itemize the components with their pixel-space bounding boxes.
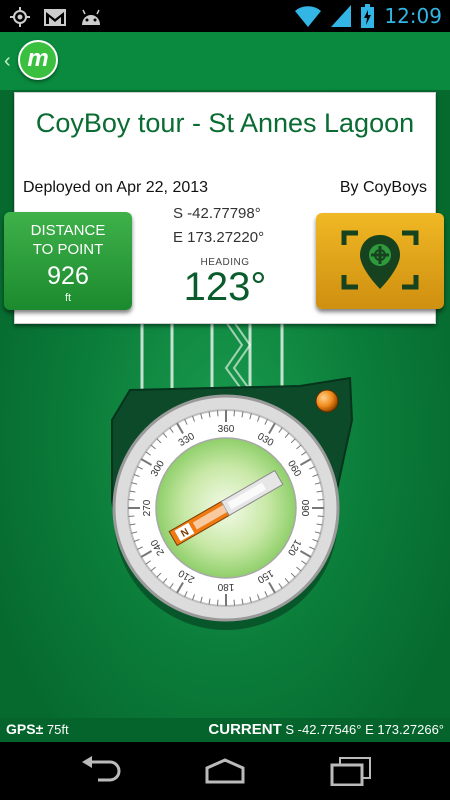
compass-tick bbox=[317, 498, 324, 501]
wifi-icon bbox=[295, 6, 322, 27]
target-longitude: E 173.27220° bbox=[173, 229, 265, 246]
compass-degree-label: 270 bbox=[142, 499, 153, 516]
distance-value: 926 bbox=[47, 262, 89, 290]
distance-label: DISTANCE TO POINT bbox=[4, 221, 132, 259]
battery-icon bbox=[361, 4, 375, 28]
status-time: 12:09 bbox=[384, 4, 442, 28]
action-bar: ‹ m bbox=[0, 32, 450, 91]
gps-info-bar: GPS± 75ft CURRENT S -42.77546° E 173.272… bbox=[0, 718, 450, 742]
target-latitude: S -42.77798° bbox=[173, 205, 261, 222]
back-chevron-icon[interactable]: ‹ bbox=[4, 50, 11, 73]
home-icon[interactable] bbox=[201, 758, 249, 784]
target-pin-icon bbox=[341, 230, 419, 290]
current-latitude: S -42.77546° bbox=[285, 722, 362, 737]
compass-tick bbox=[317, 515, 324, 518]
distance-label-line1: DISTANCE bbox=[30, 222, 106, 239]
compass-tick bbox=[233, 599, 236, 606]
compass-tick bbox=[233, 410, 236, 417]
current-label: CURRENT bbox=[208, 721, 282, 738]
tour-author: By CoyBoys bbox=[339, 179, 427, 196]
distance-to-point-button[interactable]: DISTANCE TO POINT 926 ft bbox=[4, 212, 132, 310]
current-position: CURRENT S -42.77546° E 173.27266° bbox=[208, 721, 444, 738]
status-bar: 12:09 bbox=[0, 0, 450, 32]
gmail-icon bbox=[44, 8, 66, 26]
heading-value: 123° bbox=[183, 265, 267, 309]
compass-tick bbox=[128, 498, 135, 501]
distance-label-line2: TO POINT bbox=[32, 241, 104, 258]
tour-title: CoyBoy tour - St Annes Lagoon bbox=[35, 108, 415, 138]
recent-apps-icon[interactable] bbox=[330, 756, 374, 786]
compass-degree-label: 180 bbox=[217, 581, 234, 592]
compass-tick bbox=[216, 599, 219, 606]
app-logo[interactable]: m bbox=[18, 40, 58, 80]
gps-label: GPS± bbox=[6, 721, 44, 737]
compass-sight-ball bbox=[315, 389, 339, 413]
compass-degree-label: 360 bbox=[218, 424, 235, 435]
gps-accuracy: GPS± 75ft bbox=[6, 721, 69, 737]
back-icon[interactable] bbox=[78, 756, 122, 786]
compass-degree-label: 090 bbox=[299, 500, 310, 517]
app-logo-letter: m bbox=[27, 45, 49, 72]
signal-icon bbox=[331, 5, 352, 27]
android-icon bbox=[82, 9, 100, 25]
navigation-bar bbox=[0, 742, 450, 800]
compass-tick bbox=[128, 515, 135, 518]
locate-target-button[interactable] bbox=[316, 213, 444, 309]
deployed-date: Deployed on Apr 22, 2013 bbox=[23, 179, 209, 196]
gps-accuracy-value: 75ft bbox=[46, 722, 69, 737]
compass-tick bbox=[216, 410, 219, 417]
gps-icon bbox=[10, 7, 30, 27]
current-longitude: E 173.27266° bbox=[365, 722, 444, 737]
distance-unit: ft bbox=[64, 292, 72, 304]
